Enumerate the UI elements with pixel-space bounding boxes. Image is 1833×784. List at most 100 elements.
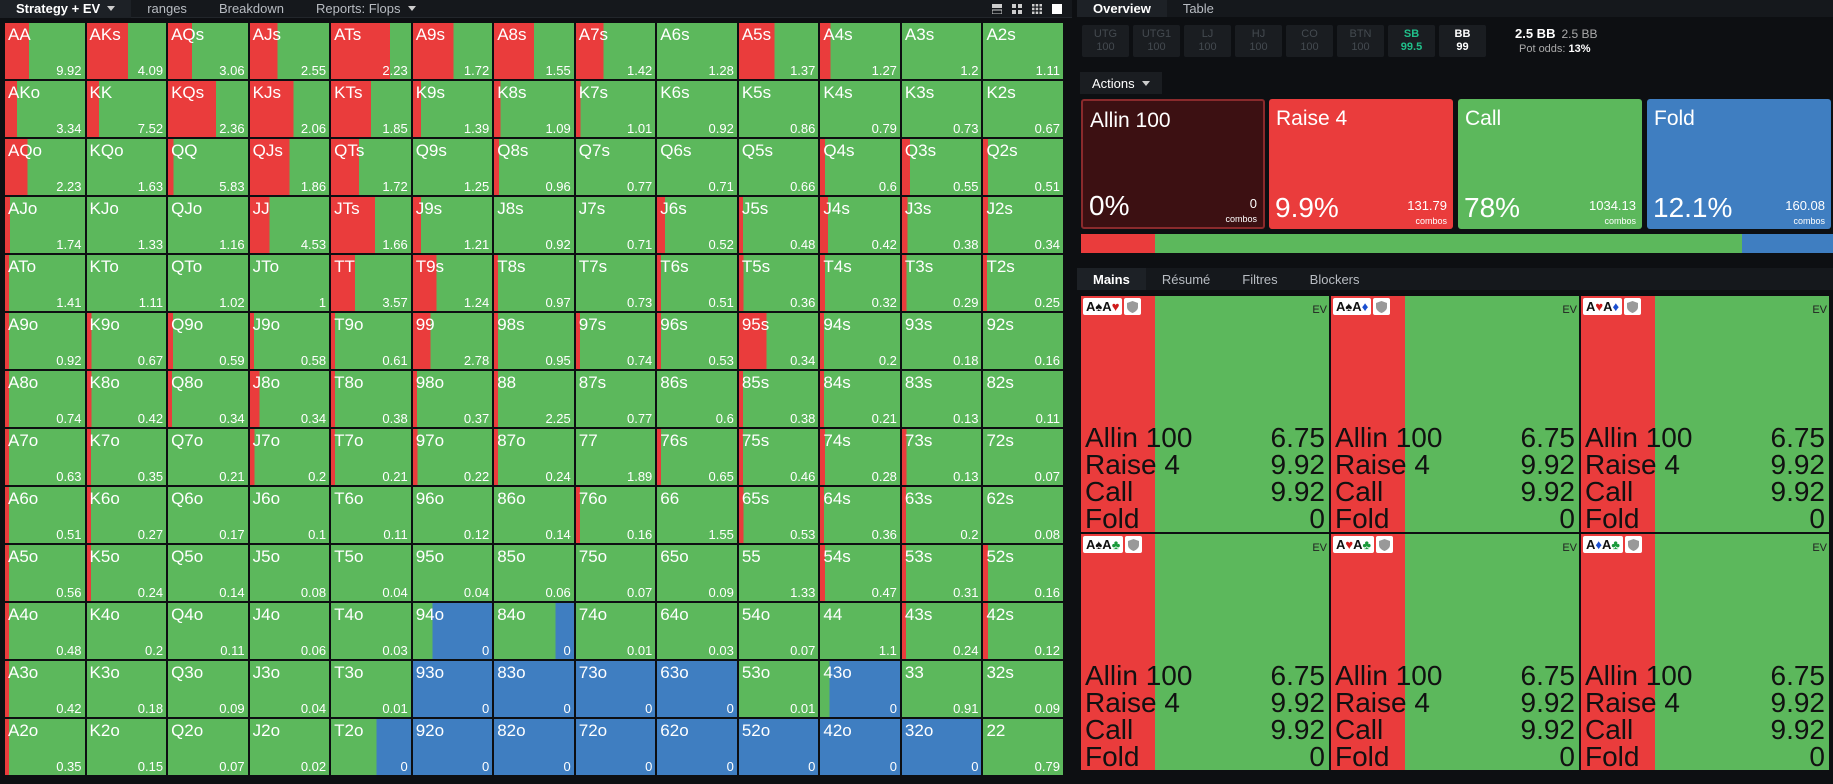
hand-cell[interactable]: 86o 0.14 (494, 487, 574, 543)
hand-cell[interactable]: 52s 0.16 (983, 545, 1063, 601)
hand-cell[interactable]: 83o 0 (494, 661, 574, 717)
hand-cell[interactable]: Q5s 0.66 (738, 139, 819, 195)
hand-cell[interactable]: A2s 1.11 (983, 23, 1063, 79)
hand-cell[interactable]: 72s 0.07 (983, 429, 1063, 485)
hand-cell[interactable]: J4s 0.42 (820, 197, 900, 253)
hand-cell[interactable]: 32o 0 (901, 719, 982, 775)
view-single-icon[interactable] (1052, 3, 1062, 14)
hand-cell[interactable]: 95o 0.04 (412, 545, 493, 601)
hand-cell[interactable]: A3o 0.42 (5, 661, 85, 717)
hand-cell[interactable]: 93s 0.18 (901, 313, 982, 369)
hand-cell[interactable]: T5s 0.36 (738, 255, 819, 311)
seat-lj[interactable]: LJ 100 (1184, 25, 1231, 57)
hand-cell[interactable]: T3s 0.29 (901, 255, 982, 311)
tab-strategy-ev[interactable]: Strategy + EV (0, 0, 132, 18)
hand-cell[interactable]: QQ 5.83 (168, 139, 248, 195)
hand-cell[interactable]: 87s 0.77 (575, 371, 656, 427)
hand-cell[interactable]: J5s 0.48 (738, 197, 819, 253)
hand-cell[interactable]: JTo 1 (249, 255, 330, 311)
tab-overview[interactable]: Overview (1077, 0, 1167, 17)
hand-cell[interactable]: J8o 0.34 (249, 371, 330, 427)
hand-cell[interactable]: T6s 0.51 (657, 255, 737, 311)
hand-cell[interactable]: 95s 0.34 (738, 313, 819, 369)
hand-cell[interactable]: 77 1.89 (575, 429, 656, 485)
hand-cell[interactable]: 32s 0.09 (983, 661, 1063, 717)
hand-cell[interactable]: 76o 0.16 (575, 487, 656, 543)
hand-cell[interactable]: 84s 0.21 (820, 371, 900, 427)
hand-cell[interactable]: 22 0.79 (983, 719, 1063, 775)
hand-cell[interactable]: J9o 0.58 (249, 313, 330, 369)
hand-cell[interactable]: 98o 0.37 (412, 371, 493, 427)
tab-resume[interactable]: Résumé (1146, 268, 1226, 290)
hand-cell[interactable]: 33 0.91 (901, 661, 982, 717)
hand-cell[interactable]: T8o 0.38 (331, 371, 411, 427)
hand-cell[interactable]: T9o 0.61 (331, 313, 411, 369)
hand-cell[interactable]: J6s 0.52 (657, 197, 737, 253)
hand-cell[interactable]: A7s 1.42 (575, 23, 656, 79)
hand-cell[interactable]: AA 9.92 (5, 23, 85, 79)
hand-cell[interactable]: Q3s 0.55 (901, 139, 982, 195)
hand-cell[interactable]: J7o 0.2 (249, 429, 330, 485)
hand-cell[interactable]: 65o 0.09 (657, 545, 737, 601)
hand-cell[interactable]: 43s 0.24 (901, 603, 982, 659)
seat-utg[interactable]: UTG 100 (1082, 25, 1129, 57)
hand-cell[interactable]: K6s 0.92 (657, 81, 737, 137)
hand-cell[interactable]: 97s 0.74 (575, 313, 656, 369)
hand-cell[interactable]: A3s 1.2 (901, 23, 982, 79)
hand-cell[interactable]: AJo 1.74 (5, 197, 85, 253)
hand-cell[interactable]: T2s 0.25 (983, 255, 1063, 311)
hand-cell[interactable]: 63s 0.2 (901, 487, 982, 543)
hand-cell[interactable]: A2o 0.35 (5, 719, 85, 775)
hand-cell[interactable]: A7o 0.63 (5, 429, 85, 485)
hand-cell[interactable]: K5s 0.86 (738, 81, 819, 137)
combo-card[interactable]: A♠A♣ EV Allin 100 6.75 Raise 4 9.92 Call 9.92 Fo… (1081, 534, 1329, 770)
hand-cell[interactable]: AQo 2.23 (5, 139, 85, 195)
hand-cell[interactable]: Q8s 0.96 (494, 139, 574, 195)
hand-cell[interactable]: QTo 1.02 (168, 255, 248, 311)
hand-cell[interactable]: 83s 0.13 (901, 371, 982, 427)
hand-cell[interactable]: J6o 0.1 (249, 487, 330, 543)
hand-cell[interactable]: A5o 0.56 (5, 545, 85, 601)
actions-dropdown[interactable]: Actions (1080, 72, 1162, 94)
hand-cell[interactable]: A8o 0.74 (5, 371, 85, 427)
combo-card[interactable]: A♥A♣ EV Allin 100 6.75 Raise 4 9.92 Call 9.92 Fo… (1331, 534, 1579, 770)
tab-table[interactable]: Table (1167, 0, 1230, 17)
shield-icon[interactable] (1373, 298, 1391, 315)
seat-utg1[interactable]: UTG1 100 (1133, 25, 1180, 57)
hand-cell[interactable]: Q2o 0.07 (168, 719, 248, 775)
hand-cell[interactable]: 94s 0.2 (820, 313, 900, 369)
seat-bb[interactable]: BB 99 (1439, 25, 1486, 57)
shield-icon[interactable] (1125, 536, 1143, 553)
hand-cell[interactable]: Q9o 0.59 (168, 313, 248, 369)
seat-btn[interactable]: BTN 100 (1337, 25, 1384, 57)
hand-cell[interactable]: Q4o 0.11 (168, 603, 248, 659)
hand-cell[interactable]: 53s 0.31 (901, 545, 982, 601)
hand-cell[interactable]: J3s 0.38 (901, 197, 982, 253)
hand-cell[interactable]: 85s 0.38 (738, 371, 819, 427)
hand-cell[interactable]: 63o 0 (657, 661, 737, 717)
hand-cell[interactable]: 88 2.25 (494, 371, 574, 427)
hand-cell[interactable]: AQs 3.06 (168, 23, 248, 79)
tab-breakdown[interactable]: Breakdown (203, 0, 300, 18)
hand-cell[interactable]: Q5o 0.14 (168, 545, 248, 601)
hand-cell[interactable]: KK 7.52 (86, 81, 167, 137)
seat-co[interactable]: CO 100 (1286, 25, 1333, 57)
hand-cell[interactable]: T2o 0 (331, 719, 411, 775)
hand-cell[interactable]: KTo 1.11 (86, 255, 167, 311)
hand-cell[interactable]: Q3o 0.09 (168, 661, 248, 717)
hand-cell[interactable]: K2s 0.67 (983, 81, 1063, 137)
hand-cell[interactable]: A6o 0.51 (5, 487, 85, 543)
shield-icon[interactable] (1624, 536, 1642, 553)
hand-cell[interactable]: T7o 0.21 (331, 429, 411, 485)
view-grid9-icon[interactable] (1032, 3, 1042, 14)
tab-blockers[interactable]: Blockers (1294, 268, 1376, 290)
view-grid4-icon[interactable] (1012, 3, 1022, 14)
hand-cell[interactable]: 42s 0.12 (983, 603, 1063, 659)
hand-cell[interactable]: 54s 0.47 (820, 545, 900, 601)
hand-cell[interactable]: 84o 0 (494, 603, 574, 659)
hand-cell[interactable]: K8o 0.42 (86, 371, 167, 427)
hand-cell[interactable]: Q7o 0.21 (168, 429, 248, 485)
hand-cell[interactable]: 65s 0.53 (738, 487, 819, 543)
action-card-fold[interactable]: Fold 12.1% 160.08 combos (1647, 99, 1831, 229)
hand-cell[interactable]: T9s 1.24 (412, 255, 493, 311)
